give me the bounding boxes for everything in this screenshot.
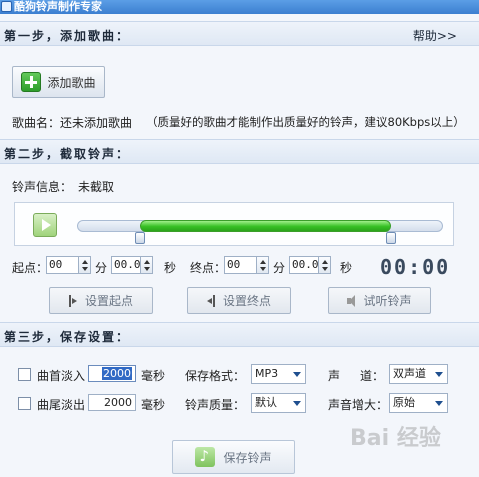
channel-value: 双声道 (393, 367, 426, 380)
gain-value: 原始 (393, 396, 415, 409)
end-minute-input[interactable]: 00 (224, 256, 257, 274)
end-minute-unit: 分 (273, 261, 286, 275)
arrow-up-icon (322, 260, 328, 264)
end-second-unit: 秒 (340, 261, 353, 275)
end-label: 终点： (190, 261, 227, 275)
fade-in-label: 曲首淡入 (37, 369, 86, 383)
end-second-stepper[interactable] (319, 256, 331, 274)
set-start-icon (68, 294, 79, 307)
channel-select[interactable]: 双声道 (389, 364, 448, 384)
end-minute-stepper[interactable] (257, 256, 269, 274)
set-end-button[interactable]: 设置终点 (187, 287, 291, 314)
set-end-icon (206, 294, 217, 307)
fade-out-unit: 毫秒 (141, 398, 166, 412)
chevron-down-icon (435, 372, 443, 377)
arrow-up-icon (82, 260, 88, 264)
watermark: Bai 经验 (350, 426, 441, 451)
start-second-input[interactable]: 00.0 (111, 256, 141, 274)
speaker-icon (347, 294, 357, 307)
add-song-label: 添加歌曲 (47, 75, 96, 90)
add-song-button[interactable]: 添加歌曲 (12, 66, 105, 98)
step1-title: 第一步，添加歌曲： (4, 29, 131, 43)
format-select[interactable]: MP3 (251, 364, 306, 384)
start-second-unit: 秒 (164, 261, 177, 275)
gain-label: 声音增大： (328, 398, 389, 412)
fade-in-checkbox[interactable] (18, 368, 31, 381)
preview-button[interactable]: 试听铃声 (328, 287, 431, 314)
music-note-icon (195, 447, 216, 467)
quality-value: 默认 (255, 396, 277, 409)
arrow-up-icon (144, 260, 150, 264)
start-handle[interactable] (135, 232, 145, 244)
fade-out-label: 曲尾淡出 (37, 398, 86, 412)
quality-select[interactable]: 默认 (251, 393, 306, 413)
set-start-label: 设置起点 (84, 294, 133, 308)
start-minute-input[interactable]: 00 (46, 256, 79, 274)
save-ringtone-label: 保存铃声 (223, 450, 272, 465)
chevron-down-icon (293, 401, 301, 406)
quality-label: 铃声质量： (185, 398, 246, 412)
start-minute-unit: 分 (95, 261, 108, 275)
preview-label: 试听铃声 (363, 294, 412, 308)
fade-in-value: 2000 (102, 367, 132, 380)
help-link[interactable]: 帮助>> (413, 27, 457, 44)
ringtone-info-label: 铃声信息： (12, 180, 73, 194)
format-value: MP3 (255, 367, 279, 380)
fade-in-unit: 毫秒 (141, 369, 166, 383)
play-button[interactable] (33, 213, 57, 237)
chevron-down-icon (435, 401, 443, 406)
step3-title: 第三步，保存设置： (4, 330, 131, 344)
arrow-down-icon (260, 267, 266, 271)
set-end-label: 设置终点 (222, 294, 271, 308)
start-label: 起点： (12, 261, 49, 275)
save-ringtone-button[interactable]: 保存铃声 (172, 440, 295, 474)
fade-out-checkbox[interactable] (18, 397, 31, 410)
time-display: 00:00 (380, 255, 451, 279)
quality-tip: （质量好的歌曲才能制作出质量好的铃声，建议80Kbps以上） (146, 115, 465, 129)
fade-out-input[interactable]: 2000 (88, 394, 136, 411)
arrow-down-icon (322, 267, 328, 271)
channel-label-2: 道： (360, 369, 385, 383)
song-name-value: 还未添加歌曲 (60, 116, 133, 130)
end-handle[interactable] (386, 232, 396, 244)
title-bar: 酷狗铃声制作专家 (0, 0, 479, 14)
step2-title: 第二步，截取铃声： (4, 147, 131, 161)
arrow-down-icon (144, 267, 150, 271)
step1-header: 第一步，添加歌曲： 帮助>> (0, 21, 479, 46)
arrow-down-icon (82, 267, 88, 271)
start-minute-stepper[interactable] (79, 256, 91, 274)
end-second-input[interactable]: 00.0 (289, 256, 319, 274)
clip-selection (140, 220, 391, 232)
fade-out-value: 2000 (104, 396, 132, 409)
fade-in-input[interactable]: 2000 (88, 365, 136, 382)
ringtone-info-value: 未截取 (78, 180, 115, 194)
start-second-stepper[interactable] (141, 256, 153, 274)
app-icon (1, 1, 12, 12)
window-title: 酷狗铃声制作专家 (14, 0, 102, 13)
arrow-up-icon (260, 260, 266, 264)
step3-header: 第三步，保存设置： (0, 322, 479, 347)
set-start-button[interactable]: 设置起点 (49, 287, 153, 314)
channel-label-1: 声 (328, 369, 341, 383)
plus-icon (21, 72, 42, 92)
chevron-down-icon (293, 372, 301, 377)
format-label: 保存格式： (185, 369, 246, 383)
song-name-label: 歌曲名： (12, 116, 61, 130)
gain-select[interactable]: 原始 (389, 393, 448, 413)
step2-header: 第二步，截取铃声： (0, 139, 479, 164)
